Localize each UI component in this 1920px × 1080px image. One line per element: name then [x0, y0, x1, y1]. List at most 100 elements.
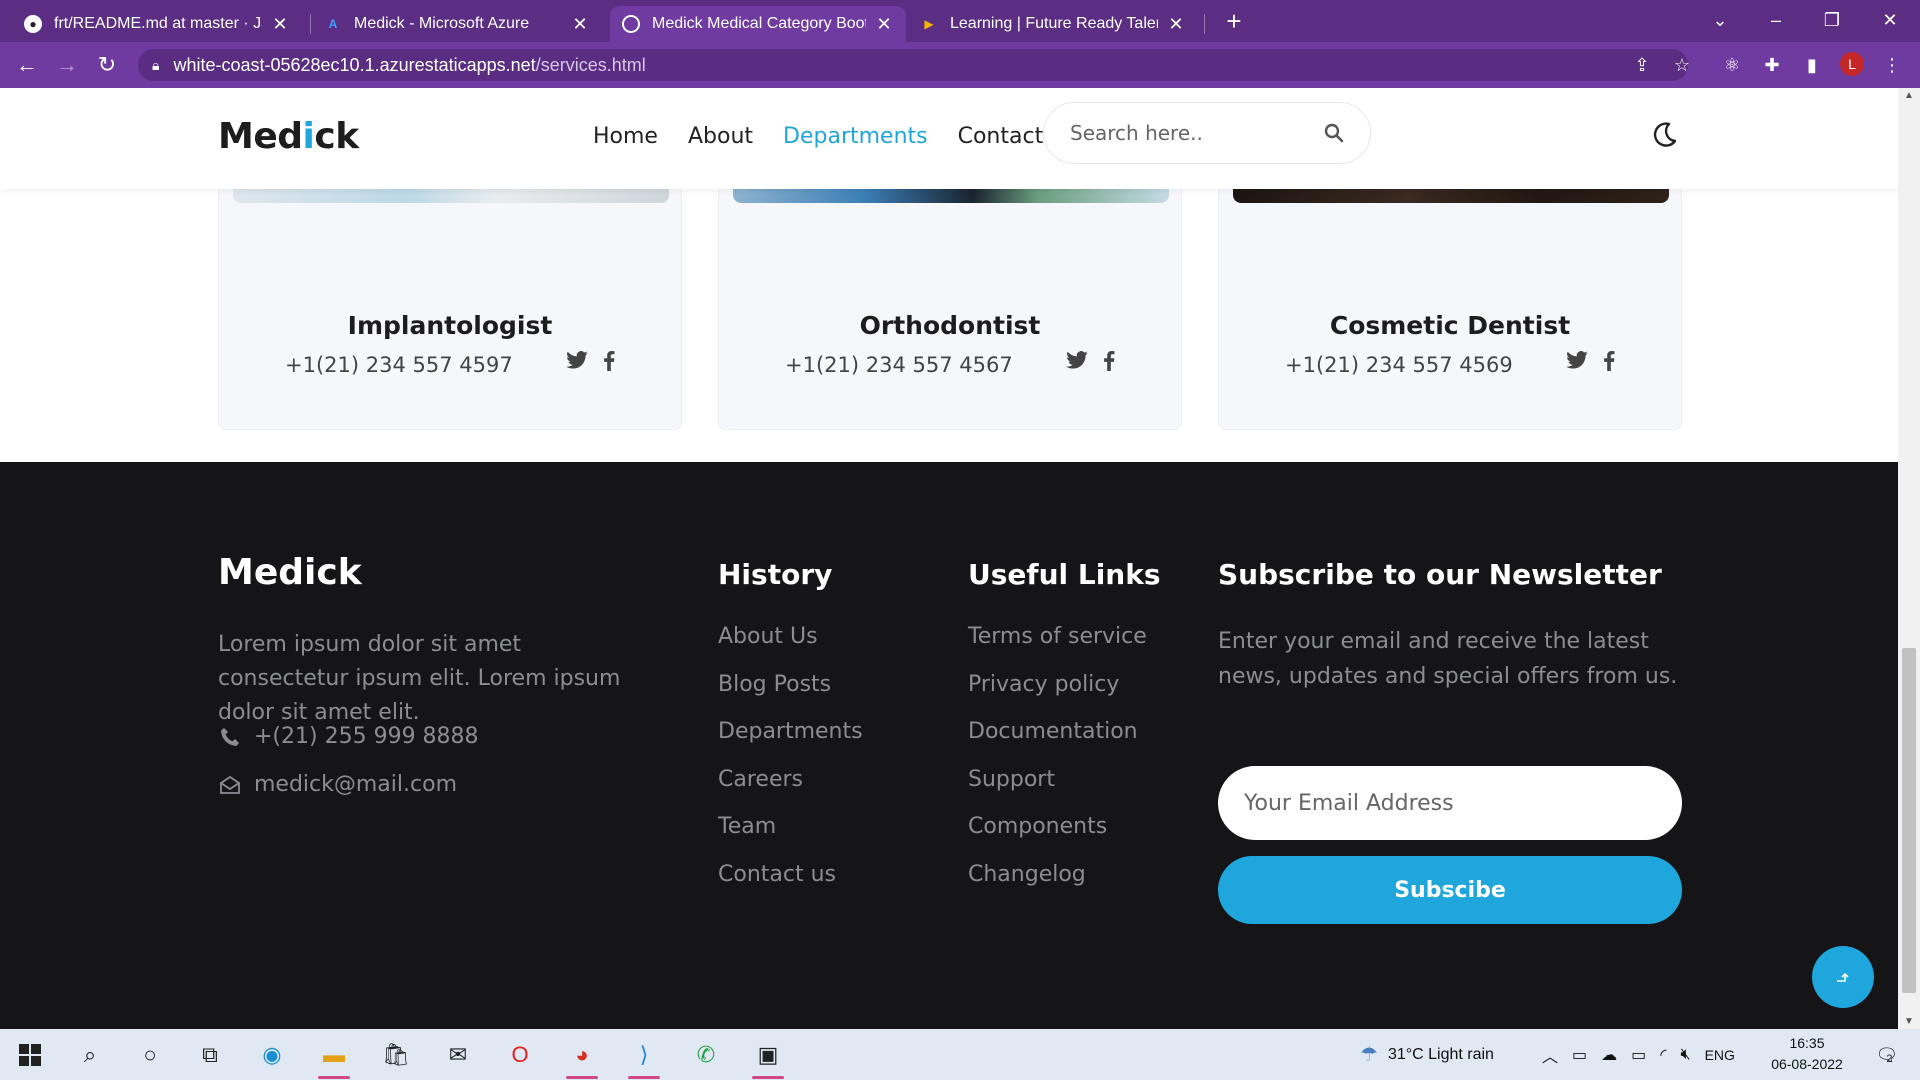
share-icon[interactable]: ⇪: [1627, 50, 1657, 80]
close-window-button[interactable]: ✕: [1870, 0, 1910, 40]
extensions-puzzle-icon[interactable]: ✚: [1757, 50, 1787, 80]
facebook-icon[interactable]: [1097, 351, 1121, 375]
footer-link-departments[interactable]: Departments: [718, 719, 863, 767]
file-explorer-icon[interactable]: ▬: [316, 1037, 352, 1079]
footer-link-contact-us[interactable]: Contact us: [718, 862, 863, 910]
profile-avatar[interactable]: L: [1840, 52, 1864, 76]
side-panel-icon[interactable]: ▮: [1797, 50, 1827, 80]
url-host: white-coast-05628ec10.1.azurestaticapps.…: [173, 54, 536, 75]
kebab-menu-icon[interactable]: ⋮: [1877, 50, 1907, 80]
phone-icon: [218, 725, 242, 749]
weather-text: 31°C Light rain: [1387, 1045, 1494, 1063]
nav-about[interactable]: About: [688, 124, 753, 149]
browser-tab-bar: ● frt/README.md at master · Jayala ✕ A M…: [0, 0, 1920, 42]
clock[interactable]: 16:35 06-08-2022: [1762, 1033, 1852, 1075]
close-icon[interactable]: ✕: [570, 14, 590, 35]
vscode-icon[interactable]: ⟩: [626, 1037, 662, 1079]
footer-link-components[interactable]: Components: [968, 814, 1147, 862]
active-indicator: [318, 1076, 350, 1079]
twitter-icon[interactable]: [565, 351, 589, 375]
reload-icon[interactable]: ↻: [92, 50, 122, 80]
facebook-icon[interactable]: [597, 351, 621, 375]
scroll-down-arrow-icon[interactable]: ▼: [1898, 1016, 1920, 1027]
back-to-top-button[interactable]: [1812, 946, 1874, 1008]
nav-departments[interactable]: Departments: [783, 124, 928, 149]
extension-react-icon[interactable]: ⚛: [1717, 50, 1747, 80]
tab-search-chevron-icon[interactable]: ⌄: [1700, 0, 1740, 40]
battery-icon[interactable]: ▭: [1631, 1045, 1646, 1065]
edge-icon[interactable]: ◉: [254, 1037, 290, 1073]
scroll-up-arrow-icon[interactable]: ▲: [1898, 90, 1920, 101]
nav-contact[interactable]: Contact: [958, 124, 1044, 149]
tab-title: Medick - Microsoft Azure: [354, 15, 530, 32]
newsletter-heading: Subscribe to our Newsletter: [1218, 558, 1662, 591]
mail-icon[interactable]: ✉: [440, 1037, 476, 1073]
tab-divider: [1204, 14, 1205, 34]
learning-icon: ▶: [924, 17, 934, 31]
footer-link-privacy[interactable]: Privacy policy: [968, 672, 1147, 720]
chevron-up-icon[interactable]: ︿: [1542, 1043, 1558, 1067]
task-view-icon[interactable]: ⧉: [192, 1037, 228, 1073]
browser-toolbar: ← → ↻ 🔒︎ white-coast-05628ec10.1.azurest…: [0, 42, 1920, 88]
footer-link-documentation[interactable]: Documentation: [968, 719, 1147, 767]
back-arrow-icon[interactable]: ←: [12, 50, 42, 80]
store-icon[interactable]: 🛍︎: [378, 1037, 414, 1073]
nav-home[interactable]: Home: [593, 124, 658, 149]
footer-link-about-us[interactable]: About Us: [718, 624, 863, 672]
cortana-icon[interactable]: ○: [132, 1037, 168, 1073]
page-scrollbar[interactable]: ▲ ▼: [1898, 88, 1920, 1029]
search-icon[interactable]: [1324, 123, 1344, 143]
weather-widget[interactable]: ☂ 31°C Light rain: [1360, 1029, 1494, 1080]
chrome-icon[interactable]: ◕: [564, 1037, 600, 1079]
new-tab-button[interactable]: +: [1222, 6, 1246, 36]
opera-icon[interactable]: O: [502, 1037, 538, 1073]
scrollbar-thumb[interactable]: [1902, 648, 1916, 993]
close-icon[interactable]: ✕: [874, 14, 894, 35]
search-input[interactable]: Search here..: [1043, 102, 1371, 164]
whatsapp-icon[interactable]: ✆: [688, 1037, 724, 1073]
twitter-icon[interactable]: [1065, 351, 1089, 375]
forward-arrow-icon[interactable]: →: [52, 50, 82, 80]
language-indicator[interactable]: ENG: [1705, 1047, 1735, 1063]
tab-azure[interactable]: A Medick - Microsoft Azure ✕: [312, 6, 602, 42]
system-tray: ︿ ▭ ☁ ▭ ◜ 🔇︎ ENG: [1542, 1029, 1735, 1080]
onedrive-icon[interactable]: ☁: [1601, 1045, 1617, 1065]
photos-icon[interactable]: ▣: [750, 1037, 786, 1079]
dark-mode-moon-icon[interactable]: [1648, 120, 1678, 150]
facebook-icon[interactable]: [1597, 351, 1621, 375]
active-indicator: [628, 1076, 660, 1079]
footer-link-careers[interactable]: Careers: [718, 767, 863, 815]
useful-links-heading: Useful Links: [968, 558, 1161, 591]
footer-link-changelog[interactable]: Changelog: [968, 862, 1147, 910]
volume-muted-icon[interactable]: 🔇︎: [1680, 1046, 1690, 1064]
wifi-icon[interactable]: ◜: [1660, 1045, 1666, 1065]
twitter-icon[interactable]: [1565, 351, 1589, 375]
footer-phone-text: +(21) 255 999 8888: [254, 724, 479, 749]
arrow-up-icon: [1837, 972, 1849, 982]
minimize-button[interactable]: –: [1756, 0, 1796, 40]
footer-phone[interactable]: +(21) 255 999 8888: [218, 724, 479, 749]
footer-link-blog-posts[interactable]: Blog Posts: [718, 672, 863, 720]
tab-medick-active[interactable]: Medick Medical Category Bootstr ✕: [610, 6, 906, 42]
history-heading: History: [718, 558, 833, 591]
close-icon[interactable]: ✕: [1166, 14, 1186, 35]
site-logo[interactable]: Medick: [218, 116, 359, 157]
search-placeholder: Search here..: [1070, 121, 1203, 145]
footer-logo[interactable]: Medick: [218, 552, 362, 593]
device-icon[interactable]: ▭: [1572, 1045, 1587, 1065]
bookmark-star-icon[interactable]: ☆: [1667, 50, 1697, 80]
footer-email[interactable]: medick@mail.com: [218, 772, 457, 797]
close-icon[interactable]: ✕: [270, 14, 290, 35]
tab-github-readme[interactable]: ● frt/README.md at master · Jayala ✕: [12, 6, 302, 42]
notifications-icon[interactable]: 🗨︎ 2: [1866, 1037, 1902, 1073]
search-icon[interactable]: ⌕: [72, 1037, 108, 1073]
tab-learning[interactable]: ▶ Learning | Future Ready Talent ✕: [908, 6, 1198, 42]
restore-button[interactable]: ❐: [1812, 0, 1852, 40]
address-bar[interactable]: 🔒︎ white-coast-05628ec10.1.azurestaticap…: [138, 49, 1688, 81]
newsletter-email-field[interactable]: Your Email Address: [1218, 766, 1682, 840]
footer-link-terms[interactable]: Terms of service: [968, 624, 1147, 672]
windows-start-icon[interactable]: [12, 1037, 48, 1073]
subscribe-button[interactable]: Subscibe: [1218, 856, 1682, 924]
footer-link-team[interactable]: Team: [718, 814, 863, 862]
footer-link-support[interactable]: Support: [968, 767, 1147, 815]
